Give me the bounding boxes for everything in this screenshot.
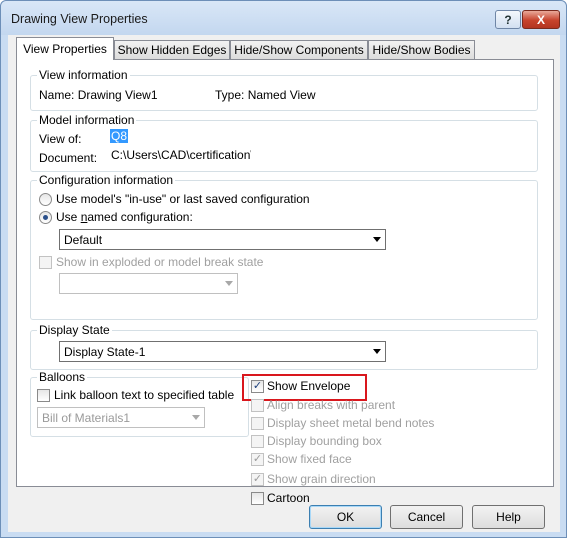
chevron-down-icon	[225, 281, 233, 286]
align-breaks-checkbox[interactable]	[251, 399, 264, 412]
cartoon-checkbox[interactable]	[251, 492, 264, 505]
view-of-label: View of:	[39, 132, 82, 146]
model-info-group: Model information View of: Q8 Document: …	[30, 113, 538, 172]
exploded-checkbox[interactable]	[39, 256, 52, 269]
type-label: Type:	[215, 88, 245, 102]
type-value: Named View	[247, 88, 316, 102]
grain-direction-checkbox[interactable]: ✓	[251, 473, 264, 486]
window-title: Drawing View Properties	[11, 12, 148, 26]
bounding-box-label: Display bounding box	[267, 434, 382, 448]
balloons-title: Balloons	[37, 370, 88, 384]
cancel-button[interactable]: Cancel	[390, 505, 463, 529]
tab-hide-show-bodies[interactable]: Hide/Show Bodies	[368, 40, 475, 59]
view-of-value[interactable]: Q8	[110, 129, 129, 143]
tab-view-properties[interactable]: View Properties	[16, 37, 114, 60]
configuration-group: Configuration information Use model's "i…	[30, 173, 538, 320]
named-config-dropdown[interactable]: Default	[59, 229, 386, 250]
named-config-value: Default	[64, 233, 103, 247]
sheet-metal-checkbox[interactable]	[251, 417, 264, 430]
display-state-dropdown[interactable]: Display State-1	[59, 341, 386, 362]
chevron-down-icon	[373, 349, 381, 354]
balloon-table-value: Bill of Materials1	[42, 411, 131, 425]
display-state-title: Display State	[37, 323, 112, 337]
close-icon[interactable]: X	[522, 10, 560, 29]
align-breaks-label: Align breaks with parent	[267, 398, 396, 412]
model-info-title: Model information	[37, 113, 137, 127]
help-button[interactable]: Help	[472, 505, 545, 529]
show-envelope-label[interactable]: Show Envelope	[267, 379, 350, 393]
tab-panel: View information Name: Drawing View1 Typ…	[16, 59, 554, 505]
exploded-label: Show in exploded or model break state	[56, 255, 264, 269]
chevron-down-icon	[373, 237, 381, 242]
view-of-selected-text[interactable]: Q8	[110, 129, 129, 143]
display-state-group: Display State Display State-1	[30, 323, 538, 370]
tab-hide-show-components[interactable]: Hide/Show Components	[230, 40, 368, 59]
configuration-title: Configuration information	[37, 173, 176, 187]
radio-named-config[interactable]	[39, 211, 52, 224]
fixed-face-label: Show fixed face	[267, 452, 352, 466]
name-value: Drawing View1	[77, 88, 158, 102]
radio-named-prefix: Use	[56, 210, 81, 224]
balloon-table-dropdown[interactable]: Bill of Materials1	[37, 407, 205, 428]
dialog-window: Drawing View Properties ? X View Propert…	[0, 0, 567, 538]
radio-inuse-label[interactable]: Use model's "in-use" or last saved confi…	[56, 192, 310, 206]
radio-inuse-config[interactable]	[39, 193, 52, 206]
view-info-title: View information	[37, 68, 130, 82]
help-icon[interactable]: ?	[495, 10, 521, 29]
cartoon-label[interactable]: Cartoon	[267, 491, 310, 505]
sheet-metal-label: Display sheet metal bend notes	[267, 416, 435, 430]
chevron-down-icon	[192, 415, 200, 420]
document-label: Document:	[39, 151, 98, 165]
dialog-client: View Properties Show Hidden Edges Hide/S…	[8, 35, 560, 532]
balloons-group: Balloons Link balloon text to specified …	[30, 370, 249, 437]
title-bar[interactable]: Drawing View Properties ? X	[1, 1, 566, 35]
name-label: Name:	[39, 88, 75, 102]
radio-named-label[interactable]: Use named configuration:	[56, 210, 193, 224]
tab-show-hidden-edges[interactable]: Show Hidden Edges	[114, 40, 230, 59]
show-envelope-checkbox[interactable]: ✓	[251, 380, 264, 393]
name-row: Name: Drawing View1	[39, 88, 158, 102]
type-row: Type: Named View	[215, 88, 316, 102]
exploded-dropdown[interactable]	[59, 273, 238, 294]
document-value: C:\Users\CAD\certification\cs\	[111, 148, 251, 162]
display-state-value: Display State-1	[64, 345, 146, 359]
view-info-group: View information Name: Drawing View1 Typ…	[30, 68, 538, 111]
link-balloon-label[interactable]: Link balloon text to specified table	[54, 388, 234, 402]
ok-button[interactable]: OK	[309, 505, 382, 529]
radio-named-suffix: amed configuration:	[87, 210, 193, 224]
grain-direction-label: Show grain direction	[267, 472, 376, 486]
link-balloon-checkbox[interactable]	[37, 389, 50, 402]
bounding-box-checkbox[interactable]	[251, 435, 264, 448]
fixed-face-checkbox[interactable]: ✓	[251, 453, 264, 466]
